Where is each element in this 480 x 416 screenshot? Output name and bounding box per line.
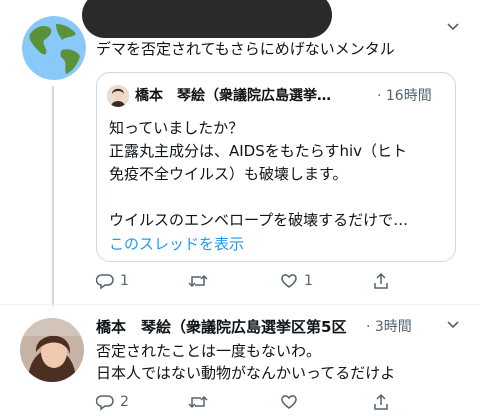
redacted-username-bar (82, 0, 332, 38)
quoted-text-line: 正露丸主成分は、AIDSをもたらすhiv（ヒト (109, 142, 408, 160)
share-button[interactable] (372, 393, 390, 411)
reply-button[interactable]: 1 (96, 272, 188, 290)
quoted-tweet-card[interactable]: 橋本 琴絵（衆議院広島選挙… · 16時間 知っていましたか？ 正露丸主成分は、… (96, 72, 456, 262)
quoted-author-avatar[interactable] (107, 85, 129, 107)
retweet-button[interactable] (188, 272, 280, 290)
heart-icon (281, 395, 297, 409)
tweet-actions: 1 1 (96, 272, 390, 290)
timestamp[interactable]: · 3時間 (366, 316, 412, 336)
reply-button[interactable]: 2 (96, 393, 188, 411)
divider (0, 304, 480, 305)
quoted-text-line: ウイルスのエンベロープを破壊するだけで… (109, 211, 409, 229)
tweet-text-line: 否定されたことは一度もないわ。 (96, 342, 322, 360)
reply-count: 1 (120, 273, 129, 289)
show-thread-link[interactable]: このスレッドを表示 (109, 233, 244, 254)
retweet-icon (188, 274, 208, 288)
heart-icon (281, 274, 297, 288)
reply-count: 2 (120, 394, 129, 410)
tweet-text: デマを否定されてもさらにめげないメンタル (96, 40, 395, 58)
share-icon (374, 393, 388, 410)
author-name[interactable]: 橋本 琴絵（衆議院広島選挙区第5区 (96, 316, 346, 337)
chevron-down-icon[interactable] (446, 318, 460, 332)
retweet-icon (188, 395, 208, 409)
avatar[interactable] (20, 318, 84, 382)
quoted-timestamp[interactable]: · 16時間 (377, 85, 432, 105)
globe-icon (22, 16, 86, 80)
share-icon (374, 272, 388, 289)
share-button[interactable] (372, 272, 390, 290)
like-button[interactable] (280, 393, 372, 411)
like-button[interactable]: 1 (280, 272, 372, 290)
reply-icon (96, 395, 114, 411)
quoted-author-name[interactable]: 橋本 琴絵（衆議院広島選挙… (135, 85, 331, 105)
thread-connector (52, 86, 54, 306)
quoted-text-line: 免疫不全ウイルス）も破壊します。 (109, 165, 348, 183)
reply-icon (96, 274, 114, 290)
quoted-text-line: 知っていましたか？ (109, 119, 244, 137)
avatar[interactable] (22, 16, 86, 80)
retweet-button[interactable] (188, 393, 280, 411)
tweet-text-line: 日本人ではない動物がなんかいってるだけよ (96, 364, 396, 382)
tweet-actions: 2 (96, 393, 390, 411)
like-count: 1 (304, 273, 313, 289)
chevron-down-icon[interactable] (446, 20, 460, 34)
